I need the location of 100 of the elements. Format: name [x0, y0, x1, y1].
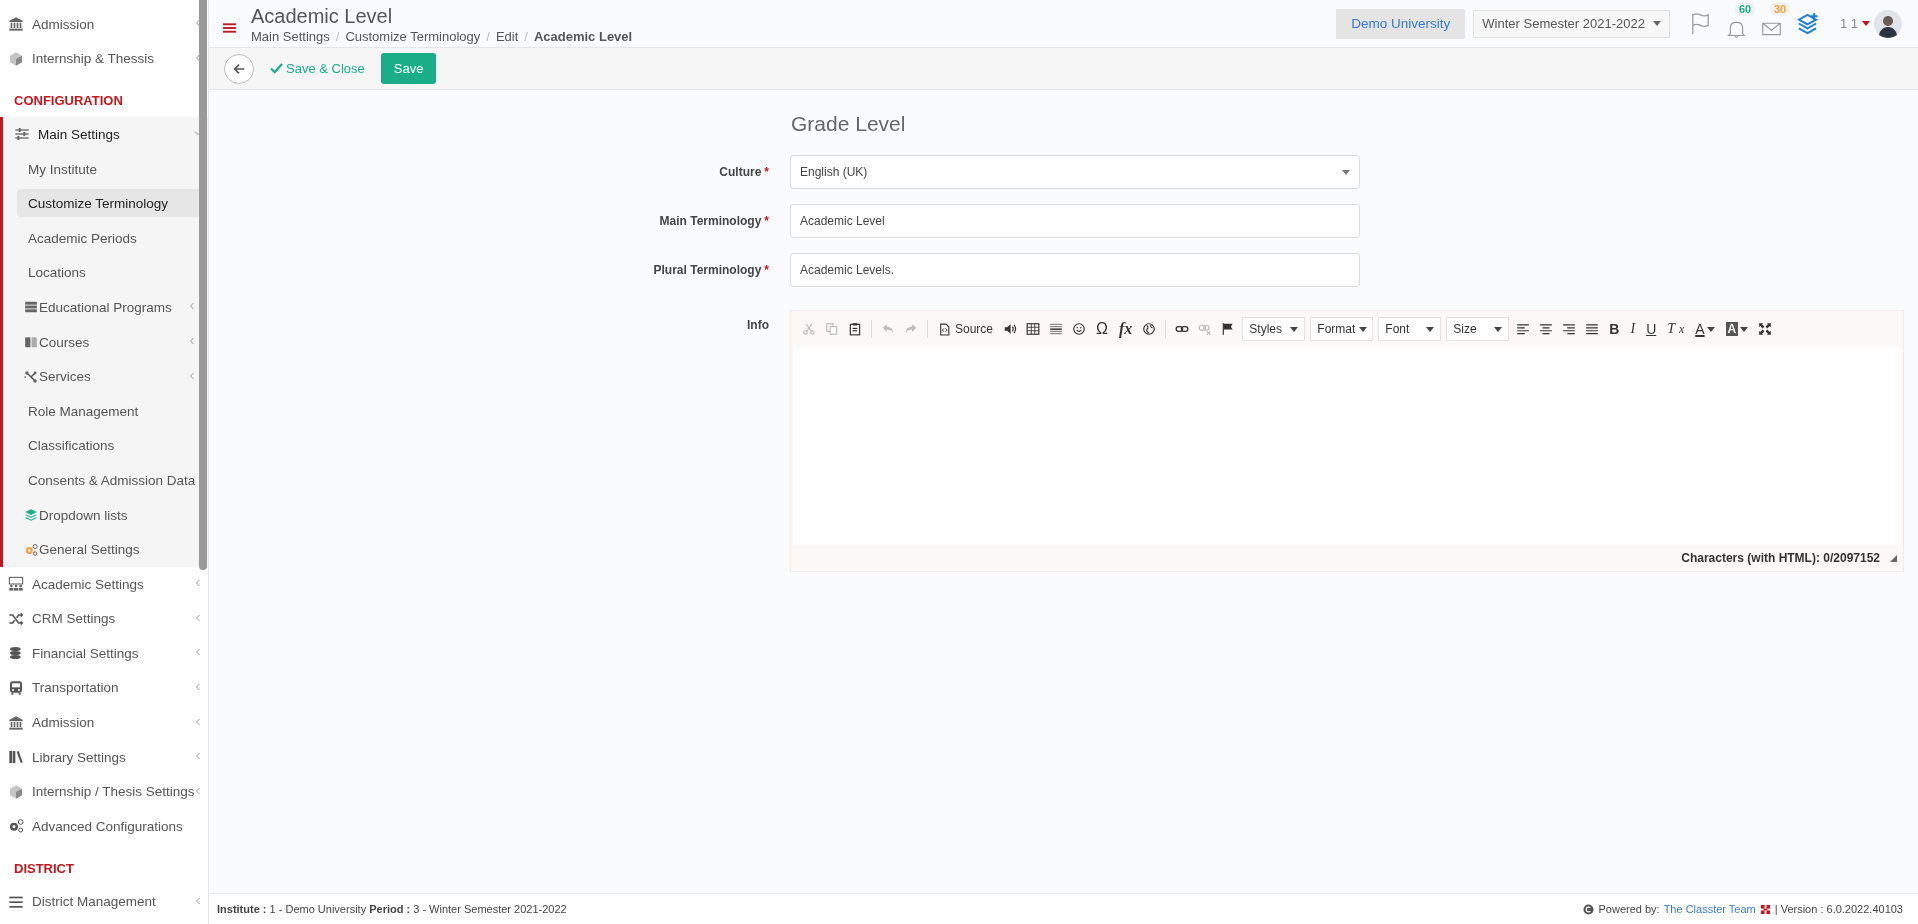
- sliders-icon: [14, 126, 30, 143]
- submenu-item[interactable]: Consents & Admission Data: [3, 463, 202, 498]
- toolbar-dropdown[interactable]: Font: [1378, 317, 1442, 341]
- table-icon[interactable]: [1026, 322, 1041, 336]
- team-link[interactable]: The Classter Team: [1663, 903, 1756, 915]
- scrollbar[interactable]: [199, 0, 207, 570]
- submenu-item[interactable]: Educational Programs: [3, 290, 202, 325]
- submenu-item[interactable]: Dropdown lists: [3, 497, 202, 533]
- breadcrumb-separator: /: [486, 28, 490, 44]
- count-badge: 60: [1734, 2, 1756, 16]
- caret-icon: [1290, 326, 1299, 332]
- field-label: Info: [747, 318, 769, 332]
- toolbar-dropdown[interactable]: Styles: [1242, 317, 1306, 341]
- submenu-item[interactable]: Classifications: [3, 428, 202, 464]
- text-color-button[interactable]: A: [1692, 321, 1718, 337]
- caret-icon[interactable]: [1862, 21, 1870, 26]
- breadcrumb-link[interactable]: Academic Level: [533, 28, 633, 44]
- align-justify-icon[interactable]: [1585, 322, 1600, 336]
- maximize-icon[interactable]: [1758, 322, 1773, 336]
- required-marker: *: [764, 263, 769, 277]
- toolbar-button[interactable]: I: [1627, 321, 1639, 337]
- breadcrumb-separator: /: [335, 28, 340, 44]
- field-label: Plural Terminology: [653, 263, 762, 277]
- caret-icon: [1494, 326, 1503, 332]
- menu-item[interactable]: Main Settings: [3, 117, 208, 152]
- toolbar-dropdown[interactable]: Size: [1446, 317, 1510, 341]
- back-button[interactable]: [224, 53, 254, 84]
- toolbar-button[interactable]: fx: [1116, 320, 1136, 338]
- server-icon: [24, 300, 38, 315]
- culture-select[interactable]: English (UK): [790, 155, 1360, 189]
- form-title: Grade Level: [791, 112, 907, 136]
- breadcrumb-link[interactable]: Main Settings: [251, 28, 330, 44]
- character-counter: Characters (with HTML): 0/2097152: [1681, 551, 1880, 565]
- toolbar-dropdown[interactable]: Format: [1310, 317, 1374, 341]
- nodes-icon: [24, 369, 38, 384]
- flag-icon[interactable]: [1221, 322, 1236, 336]
- menu-item[interactable]: Academic Settings: [0, 566, 208, 602]
- copyright-icon: [1583, 903, 1595, 915]
- resize-grip-icon[interactable]: [1890, 554, 1897, 562]
- caret-icon: [1740, 326, 1749, 332]
- caret-icon: [1359, 326, 1368, 332]
- layers-plus-icon[interactable]: [1795, 12, 1819, 35]
- menu-icon[interactable]: [223, 21, 236, 34]
- toolbar-button[interactable]: U: [1643, 321, 1660, 337]
- submenu-item[interactable]: Services: [3, 359, 202, 394]
- layers-icon: [24, 508, 38, 522]
- breadcrumb-link[interactable]: Edit: [495, 28, 519, 44]
- text-field[interactable]: Academic Level: [790, 204, 1360, 238]
- menu-item[interactable]: Library Settings: [0, 739, 208, 775]
- menu-item[interactable]: Internship / Thesis Settings: [0, 774, 208, 810]
- align-right-icon[interactable]: [1562, 322, 1577, 336]
- institution-button[interactable]: Demo University: [1336, 8, 1466, 39]
- gears-icon: [8, 818, 24, 835]
- books-icon: [8, 749, 24, 766]
- menu-item[interactable]: Financial Settings: [0, 636, 208, 671]
- submenu-item[interactable]: General Settings: [3, 532, 202, 567]
- align-center-icon[interactable]: [1539, 322, 1554, 336]
- shuffle-icon: [8, 610, 24, 627]
- bus-icon: [8, 680, 24, 696]
- check-icon: [270, 63, 283, 74]
- gears-icon: [24, 542, 38, 557]
- required-marker: *: [764, 214, 769, 228]
- menu-item[interactable]: CRM Settings: [0, 601, 208, 637]
- horizontal-rule-icon[interactable]: [1049, 322, 1064, 336]
- text-field[interactable]: Academic Levels.: [790, 253, 1360, 287]
- required-marker: *: [764, 165, 769, 179]
- toolbar-button[interactable]: Ω: [1093, 320, 1111, 338]
- powered-by-label: Powered by:: [1598, 903, 1660, 915]
- menu-item[interactable]: Advanced Configurations: [0, 809, 208, 844]
- count-badge: 30: [1769, 2, 1791, 16]
- submenu-item[interactable]: Locations: [3, 255, 202, 291]
- toolbar-button[interactable]: B: [1606, 321, 1623, 337]
- menu-item[interactable]: District Management: [0, 884, 208, 920]
- menu-item[interactable]: Admission: [0, 705, 208, 740]
- period-select[interactable]: Winter Semester 2021-2022: [1473, 9, 1670, 38]
- align-left-icon[interactable]: [1516, 322, 1531, 336]
- globe-icon[interactable]: [1142, 322, 1157, 336]
- submenu-item[interactable]: Academic Periods: [3, 220, 202, 256]
- page-title: Academic Level: [251, 3, 394, 28]
- breadcrumb-link[interactable]: Customize Terminology: [345, 28, 481, 44]
- avatar[interactable]: [1874, 9, 1902, 38]
- submenu-item[interactable]: Customize Terminology: [17, 189, 202, 218]
- submenu-item[interactable]: Role Management: [3, 393, 202, 429]
- section-heading: DISTRICT: [13, 859, 75, 878]
- document-code-icon: [938, 322, 951, 336]
- smiley-icon[interactable]: [1072, 322, 1087, 336]
- paste-icon[interactable]: [848, 322, 862, 336]
- submenu-item[interactable]: My Institute: [3, 151, 202, 187]
- background-color-button[interactable]: A: [1722, 322, 1752, 336]
- people-icon: [8, 576, 24, 593]
- submenu-item[interactable]: Courses: [3, 324, 202, 360]
- menu-item[interactable]: Internship & Thessis: [0, 41, 208, 77]
- menu-item[interactable]: Transportation: [0, 670, 208, 706]
- logo-icon: [1759, 903, 1771, 915]
- source-button[interactable]: Source: [935, 322, 997, 336]
- footer-info: Institute : 1 - Demo University Period : 3 - Winter Semester 2021-2022: [217, 903, 567, 915]
- speaker-icon[interactable]: [1003, 322, 1018, 336]
- caret-icon: [1426, 326, 1435, 332]
- version-label: | Version : 6.0.2022.40103: [1774, 903, 1903, 915]
- cube-icon: [8, 50, 24, 67]
